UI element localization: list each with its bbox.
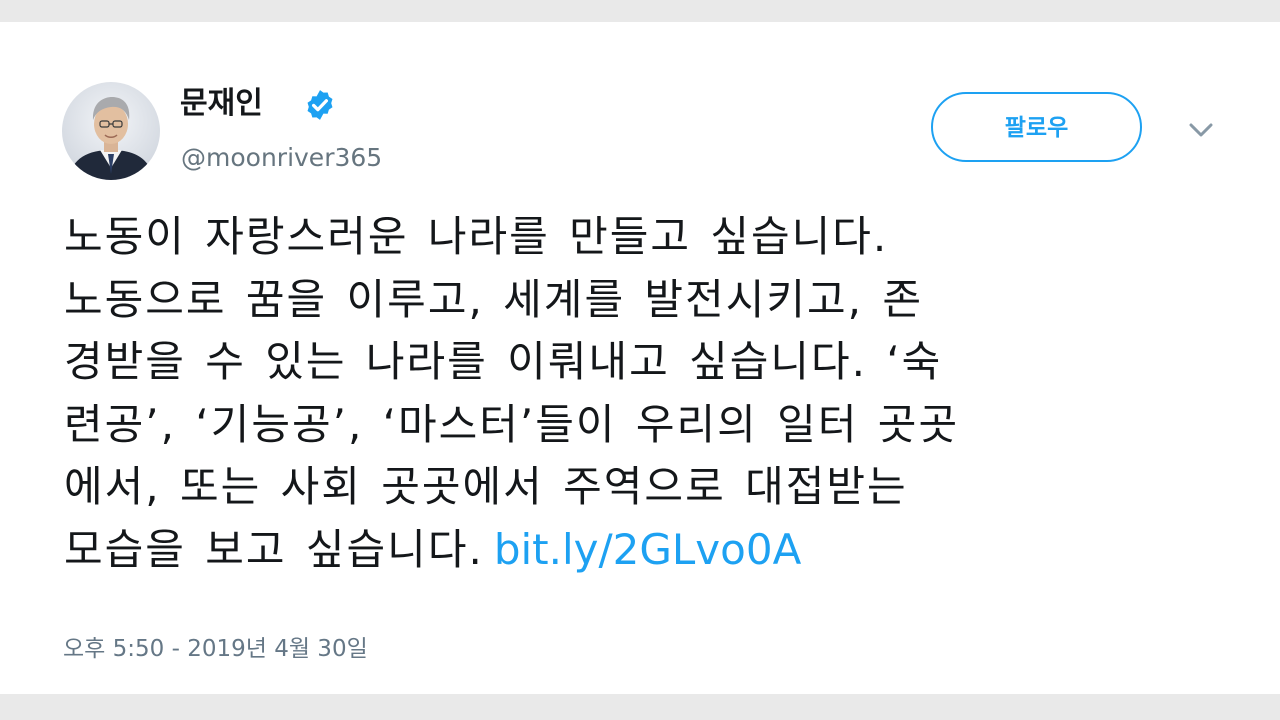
tweet-link[interactable]: bit.ly/2GLvo0A — [494, 525, 802, 574]
tweet-line: 모습을 보고 싶습니다. — [64, 524, 484, 574]
tweet-line: 노동이 자랑스러운 나라를 만들고 싶습니다. — [64, 212, 889, 261]
tweet-last-line: 모습을 보고 싶습니다. bit.ly/2GLvo0A — [64, 519, 1224, 582]
tweet-line: 에서, 또는 사회 곳곳에서 주역으로 대접받는 — [64, 462, 908, 511]
tweet-timestamp[interactable]: 오후 5:50 - 2019년 4월 30일 — [63, 634, 368, 664]
user-handle[interactable]: @moonriver365 — [181, 142, 382, 174]
avatar-portrait — [62, 82, 160, 180]
tweet-line: 련공’, ‘기능공’, ‘마스터’들이 우리의 일터 곳곳 — [64, 399, 960, 449]
display-name[interactable]: 문재인 — [180, 86, 263, 122]
tweet-text: 노동이 자랑스러운 나라를 만들고 싶습니다. 노동으로 꿈을 이루고, 세계를… — [64, 206, 1224, 581]
tweet-line: 경받을 수 있는 나라를 이뤄내고 싶습니다. ‘숙 — [64, 337, 943, 386]
tweet-card: 문재인 @moonriver365 팔로우 노동이 자랑스러운 나라를 만들고 … — [0, 22, 1280, 694]
chevron-down-icon[interactable] — [1184, 118, 1218, 142]
tweet-line: 노동으로 꿈을 이루고, 세계를 발전시키고, 존 — [64, 274, 923, 324]
avatar[interactable] — [62, 82, 160, 180]
follow-button[interactable]: 팔로우 — [931, 92, 1142, 162]
verified-badge-icon — [307, 90, 333, 120]
